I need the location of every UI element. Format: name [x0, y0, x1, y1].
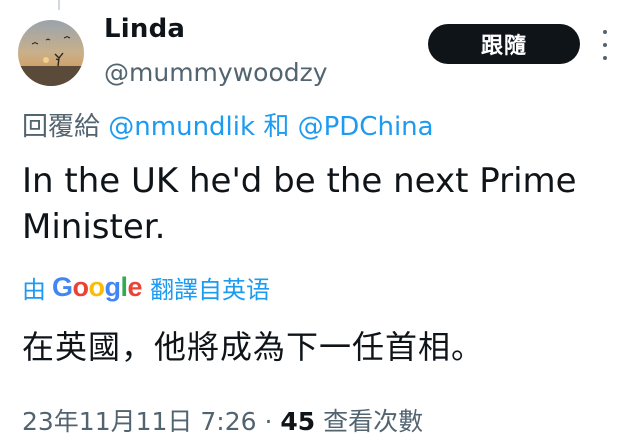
google-logo-letter: o	[88, 272, 106, 302]
mention-link-1[interactable]: @nmundlik	[108, 112, 255, 142]
views-count: 45	[280, 407, 316, 436]
google-logo: Google	[52, 272, 143, 303]
meta-separator: ·	[264, 407, 273, 436]
more-options-icon[interactable]	[594, 30, 616, 60]
more-dot	[603, 30, 607, 34]
tweet-date[interactable]: 23年11月11日	[22, 407, 192, 436]
author-name[interactable]: Linda	[104, 14, 185, 44]
google-logo-letter: G	[52, 272, 73, 302]
follow-button[interactable]: 跟隨	[428, 24, 580, 64]
tweet-meta: 23年11月11日 7:26 · 45 查看次數	[22, 402, 423, 438]
reply-conjunction: 和	[263, 112, 290, 142]
google-logo-letter: g	[104, 272, 122, 302]
google-logo-letter: e	[127, 272, 143, 302]
translation-attribution[interactable]: 由 Google 翻譯自英语	[22, 270, 270, 305]
more-dot	[603, 43, 607, 47]
translation-suffix: 翻譯自英语	[150, 276, 271, 304]
avatar[interactable]	[18, 20, 84, 86]
google-logo-letter: l	[120, 272, 129, 302]
translated-text: 在英國，他將成為下一任首相。	[22, 328, 485, 366]
reply-prefix: 回覆給	[22, 112, 101, 142]
google-logo-letter: o	[72, 272, 90, 302]
author-handle[interactable]: @mummywoodzy	[104, 58, 328, 87]
mention-link-2[interactable]: @PDChina	[298, 112, 434, 142]
more-dot	[603, 56, 607, 60]
thread-connector-line	[58, 0, 60, 10]
tweet-text: In the UK he'd be the next Prime Ministe…	[22, 161, 577, 247]
translation-prefix: 由	[22, 276, 46, 304]
views-label: 查看次數	[323, 407, 424, 436]
tweet-time[interactable]: 7:26	[200, 407, 256, 436]
reply-context: 回覆給 @nmundlik 和 @PDChina	[22, 106, 434, 143]
